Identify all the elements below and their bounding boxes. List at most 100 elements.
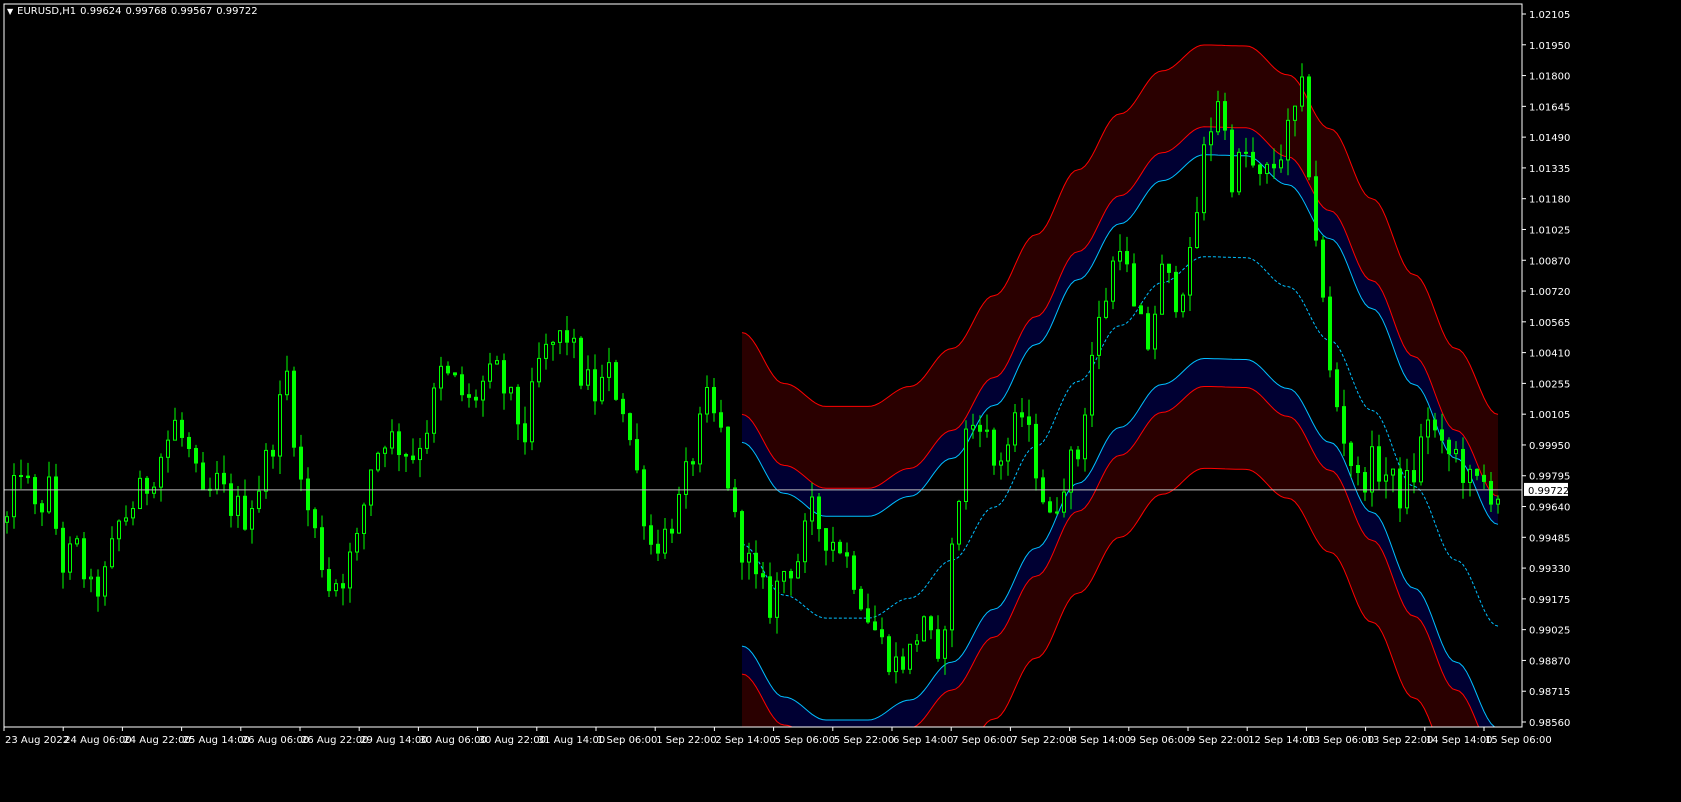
collapse-triangle-icon[interactable]: ▼ (7, 7, 13, 16)
candle-body (320, 527, 324, 571)
candle-body (845, 552, 849, 557)
candle-body (929, 616, 933, 631)
candle-body (467, 394, 471, 398)
candle-body (712, 387, 716, 414)
candle (614, 359, 618, 401)
candle-body (1048, 501, 1052, 513)
x-tick-label: 1 Sep 06:00 (597, 735, 657, 746)
candle-body (278, 394, 282, 457)
candle-body (201, 462, 205, 491)
candle-body (649, 525, 653, 545)
candle-body (964, 428, 968, 502)
candle-body (19, 474, 23, 477)
candle-body (1293, 105, 1297, 121)
candle-body (292, 370, 296, 448)
candle-body (110, 538, 114, 568)
candle-body (117, 520, 121, 540)
candle-body (978, 424, 982, 432)
x-tick-label: 24 Aug 06:00 (64, 735, 131, 746)
chart-window[interactable]: 1.02105 1.01950 1.01800 1.01645 1.01490 1.013… (0, 0, 1681, 802)
candle-body (481, 380, 485, 401)
candle-body (1426, 419, 1430, 438)
candle-body (1321, 239, 1325, 298)
candle-body (5, 516, 9, 523)
candle-body (1391, 468, 1395, 476)
candle-body (271, 449, 275, 457)
candle (1328, 286, 1332, 378)
candle-body (397, 431, 401, 456)
high-value: 0.99768 (125, 6, 167, 17)
candle-body (47, 476, 51, 513)
candle (908, 643, 912, 675)
x-tick-label: 12 Sep 14:00 (1248, 735, 1315, 746)
candle-body (327, 569, 331, 592)
candle-body (698, 413, 702, 465)
x-tick-label: 1 Sep 22:00 (656, 735, 716, 746)
candle-body (1013, 412, 1017, 446)
candle-body (705, 387, 709, 415)
candle-body (1111, 260, 1115, 302)
candle (1321, 236, 1325, 303)
candle-body (1279, 159, 1283, 169)
candle-body (236, 495, 240, 516)
candle-body (509, 386, 513, 394)
candle-body (145, 477, 149, 494)
candle-body (544, 343, 548, 359)
candle-body (775, 580, 779, 618)
candle-body (453, 372, 457, 376)
candle-body (495, 360, 499, 365)
price-chart[interactable]: 1.02105 1.01950 1.01800 1.01645 1.01490 1.013… (0, 0, 1681, 802)
x-tick-label: 13 Sep 22:00 (1367, 735, 1434, 746)
candle (887, 634, 891, 676)
candle-body (439, 365, 443, 389)
candle-body (348, 551, 352, 589)
candle-body (82, 538, 86, 580)
y-tick-label: 0.98560 (1529, 718, 1570, 729)
y-tick-label: 1.00410 (1529, 349, 1570, 360)
candle-body (691, 461, 695, 465)
candle-body (922, 616, 926, 642)
candle-body (1104, 300, 1108, 318)
candle-body (411, 455, 415, 461)
candle-body (838, 541, 842, 554)
x-tick-label: 9 Sep 06:00 (1130, 735, 1190, 746)
candle-body (747, 552, 751, 563)
candle-body (1132, 263, 1136, 307)
candle-body (138, 477, 142, 510)
candle-body (901, 656, 905, 670)
candle-body (1139, 305, 1143, 315)
candle-body (1398, 468, 1402, 509)
candle-body (1265, 163, 1269, 175)
candle-body (1237, 151, 1241, 193)
candle-body (1188, 247, 1192, 296)
y-tick-label: 0.99795 (1529, 472, 1570, 483)
candle-body (96, 576, 100, 597)
candle-body (61, 527, 65, 573)
candle-body (215, 472, 219, 490)
candle-body (26, 475, 30, 479)
candle-body (873, 621, 877, 631)
candle-body (229, 483, 233, 516)
candle-body (1419, 436, 1423, 483)
candle-body (33, 477, 37, 505)
candle-body (985, 429, 989, 432)
candle (1230, 124, 1234, 198)
candle-body (1468, 468, 1472, 483)
candle-body (1370, 446, 1374, 493)
y-tick-label: 1.01025 (1529, 225, 1570, 236)
candle-body (565, 330, 569, 343)
candle-body (810, 496, 814, 522)
candle-body (1482, 474, 1486, 482)
candle-body (1006, 444, 1010, 462)
x-tick-label: 31 Aug 14:00 (538, 735, 605, 746)
y-tick-label: 1.00565 (1529, 318, 1570, 329)
candle-body (1251, 151, 1255, 166)
y-tick-label: 1.01800 (1529, 72, 1570, 83)
candle-body (677, 493, 681, 534)
candle-body (635, 439, 639, 471)
candle-body (579, 337, 583, 386)
candle-body (1195, 212, 1199, 249)
candle-body (593, 369, 597, 402)
candle-body (817, 496, 821, 530)
y-tick-label: 1.01335 (1529, 164, 1570, 175)
